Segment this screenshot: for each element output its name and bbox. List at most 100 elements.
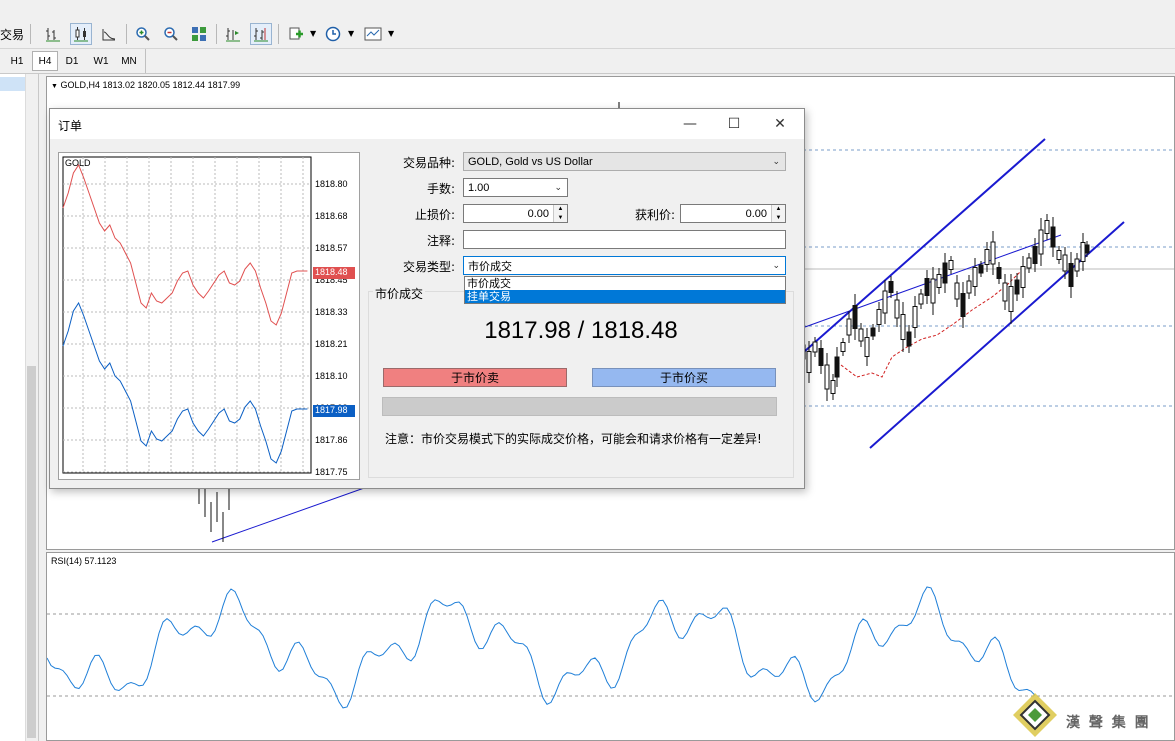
buy-by-market-button[interactable]: 于市价买 (592, 368, 776, 387)
take-profit-label: 获利价: (634, 208, 675, 222)
candle-body (1068, 263, 1074, 287)
candle-body (1032, 246, 1038, 264)
tick-chart-price-label: 1818.10 (315, 371, 348, 381)
candle-body (924, 278, 930, 296)
stop-loss-spinner[interactable]: ▲ ▼ (553, 205, 567, 222)
scrollbar-thumb[interactable] (27, 366, 36, 738)
auto-scroll-icon[interactable] (222, 23, 244, 45)
take-profit-spinner[interactable]: ▲ ▼ (771, 205, 785, 222)
timeframe-h1[interactable]: H1 (4, 51, 30, 71)
volume-label: 手数: (426, 182, 455, 196)
candle-body (1026, 257, 1032, 269)
indicators-dropdown-arrow[interactable]: ▼ (310, 29, 316, 38)
candle-body (954, 282, 960, 300)
sell-by-market-button[interactable]: 于市价卖 (383, 368, 567, 387)
templates-dropdown-arrow[interactable]: ▼ (388, 29, 394, 38)
chart-toolbar: 交易 ▼ ▼ ▼ (0, 20, 1175, 49)
symbol-select[interactable]: GOLD, Gold vs US Dollar ⌄ (463, 152, 786, 171)
candle-body (876, 309, 882, 325)
candle-body (864, 337, 870, 357)
candle-body (858, 328, 864, 342)
tick-chart-symbol: GOLD (65, 158, 91, 168)
rsi-indicator-panel[interactable]: RSI(14) 57.1123 (46, 552, 1175, 741)
comment-input[interactable] (463, 230, 786, 249)
toolbar-separator (126, 24, 127, 44)
candlestick-chart-icon[interactable] (70, 23, 92, 45)
order-type-dropdown-list[interactable]: 市价成交 挂单交易 (464, 276, 786, 304)
zoom-in-icon[interactable] (132, 23, 154, 45)
candle-body (1020, 266, 1026, 288)
candle-body (966, 280, 972, 294)
candle-body (834, 356, 840, 378)
candle-body (996, 267, 1002, 279)
candle-body (1074, 258, 1080, 272)
toolbar-separator (278, 24, 279, 44)
candle-body (1084, 244, 1090, 254)
candle-body (918, 293, 924, 305)
toolbar-separator (216, 24, 217, 44)
candle-body (824, 364, 830, 390)
chevron-down-icon: ⌄ (772, 260, 780, 270)
execution-progress-bar (382, 397, 777, 416)
candle-body (888, 281, 894, 293)
close-icon[interactable]: ✕ (760, 113, 800, 135)
candle-body (812, 341, 818, 353)
order-dialog: 订单 — ☐ ✕ 1818.80 1818.68 1818.57 1818.45 181… (49, 108, 805, 489)
timeframe-h4[interactable]: H4 (32, 51, 58, 71)
trade-toolbar-label[interactable]: 交易 (0, 26, 24, 43)
line-chart-icon[interactable] (98, 23, 120, 45)
periods-clock-icon[interactable] (322, 23, 344, 45)
symbol-value: GOLD, Gold vs US Dollar (468, 155, 593, 168)
bar-chart-icon[interactable] (42, 23, 64, 45)
candle-body (840, 342, 846, 352)
candle-body (1044, 220, 1050, 234)
candle-body (1050, 226, 1056, 248)
order-type-option-pending[interactable]: 挂单交易 (465, 290, 785, 303)
chevron-down-icon: ⌄ (554, 182, 562, 192)
volume-input[interactable]: 1.00 ⌄ (463, 178, 568, 197)
periods-dropdown-arrow[interactable]: ▼ (348, 29, 354, 38)
zoom-out-icon[interactable] (160, 23, 182, 45)
candle-body (806, 351, 812, 373)
dialog-titlebar: 订单 — ☐ ✕ (50, 109, 804, 139)
timeframe-divider (145, 49, 146, 73)
toolbar-separator (30, 24, 31, 44)
candle-body (906, 331, 912, 347)
navigator-selected-row[interactable] (0, 77, 25, 91)
stop-loss-input[interactable]: 0.00 ▲ ▼ (463, 204, 568, 223)
candle-body (1056, 250, 1062, 260)
company-watermark: 漢 聲 集 團 (1010, 690, 1175, 740)
tick-chart-price-label: 1818.68 (315, 211, 348, 221)
candle-body (990, 241, 996, 265)
order-type-label: 交易类型: (402, 260, 455, 274)
tile-windows-icon[interactable] (188, 23, 210, 45)
candle-body (830, 380, 836, 394)
volume-value: 1.00 (468, 181, 490, 194)
candle-body (882, 290, 888, 314)
menu-strip (0, 0, 1175, 21)
timeframe-bar: H1 H4 D1 W1 MN (0, 49, 1175, 74)
symbol-label: 交易品种: (402, 156, 455, 170)
indicators-icon[interactable] (285, 23, 307, 45)
navigator-scrollbar[interactable] (25, 74, 38, 741)
candle-body (912, 306, 918, 328)
templates-icon[interactable] (362, 23, 384, 45)
company-name: 漢 聲 集 團 (1066, 715, 1151, 731)
candle-body (818, 348, 824, 366)
chevron-down-icon: ⌄ (772, 156, 780, 166)
tick-chart-price-label: 1818.57 (315, 243, 348, 253)
timeframe-w1[interactable]: W1 (88, 51, 114, 71)
chart-shift-icon[interactable] (250, 23, 272, 45)
candle-body (846, 318, 852, 336)
comment-label: 注释: (426, 234, 455, 248)
timeframe-d1[interactable]: D1 (59, 51, 85, 71)
minimize-icon[interactable]: — (670, 113, 710, 135)
maximize-icon[interactable]: ☐ (714, 113, 754, 135)
order-type-select[interactable]: 市价成交 ⌄ (463, 256, 786, 275)
timeframe-mn[interactable]: MN (116, 51, 142, 71)
candle-body (852, 305, 858, 329)
tick-chart: 1818.80 1818.68 1818.57 1818.45 1818.33 1818.… (58, 152, 360, 480)
candle-body (936, 274, 942, 288)
take-profit-input[interactable]: 0.00 ▲ ▼ (680, 204, 786, 223)
order-type-option-market[interactable]: 市价成交 (465, 277, 785, 290)
